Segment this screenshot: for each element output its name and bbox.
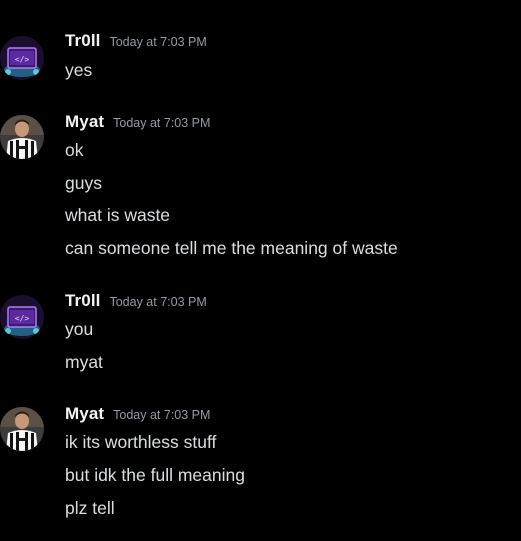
username[interactable]: Tr0ll (65, 31, 100, 51)
neon-code-screen-icon: </> (0, 36, 44, 80)
message-text: guys (65, 173, 102, 193)
timestamp[interactable]: Today at 7:03 PM (109, 35, 206, 49)
message-text: myat (65, 352, 103, 372)
footballer-photo-icon (0, 407, 44, 451)
username[interactable]: Myat (65, 112, 104, 132)
username[interactable]: Tr0ll (65, 291, 100, 311)
svg-text:</>: </> (15, 55, 30, 64)
message-header: Tr0ll Today at 7:03 PM (65, 31, 207, 55)
timestamp[interactable]: Today at 7:03 PM (113, 116, 210, 130)
message-header: Myat Today at 7:03 PM (65, 112, 210, 136)
footballer-photo-icon (0, 115, 44, 159)
message-text: ik its worthless stuff (65, 432, 217, 452)
message-text: but idk the full meaning (65, 465, 245, 485)
chat-message-list: </> Tr0ll Today at 7:03 PM yes Myat Toda… (0, 0, 521, 541)
neon-code-screen-icon: </> (0, 295, 44, 339)
message-header: Tr0ll Today at 7:03 PM (65, 291, 207, 315)
message-text: yes (65, 60, 93, 80)
myat-avatar[interactable] (0, 115, 44, 159)
svg-text:</>: </> (15, 314, 30, 323)
message-text: what is waste (65, 205, 171, 225)
message-text: ok (65, 140, 84, 160)
timestamp[interactable]: Today at 7:03 PM (109, 295, 206, 309)
timestamp[interactable]: Today at 7:03 PM (113, 408, 210, 422)
message-header: Myat Today at 7:03 PM (65, 404, 210, 428)
message-text: you (65, 319, 94, 339)
troll-avatar[interactable]: </> (0, 295, 44, 339)
message-text: can someone tell me the meaning of waste (65, 238, 398, 258)
troll-avatar[interactable]: </> (0, 36, 44, 80)
myat-avatar[interactable] (0, 407, 44, 451)
message-text: plz tell (65, 498, 115, 518)
username[interactable]: Myat (65, 404, 104, 424)
